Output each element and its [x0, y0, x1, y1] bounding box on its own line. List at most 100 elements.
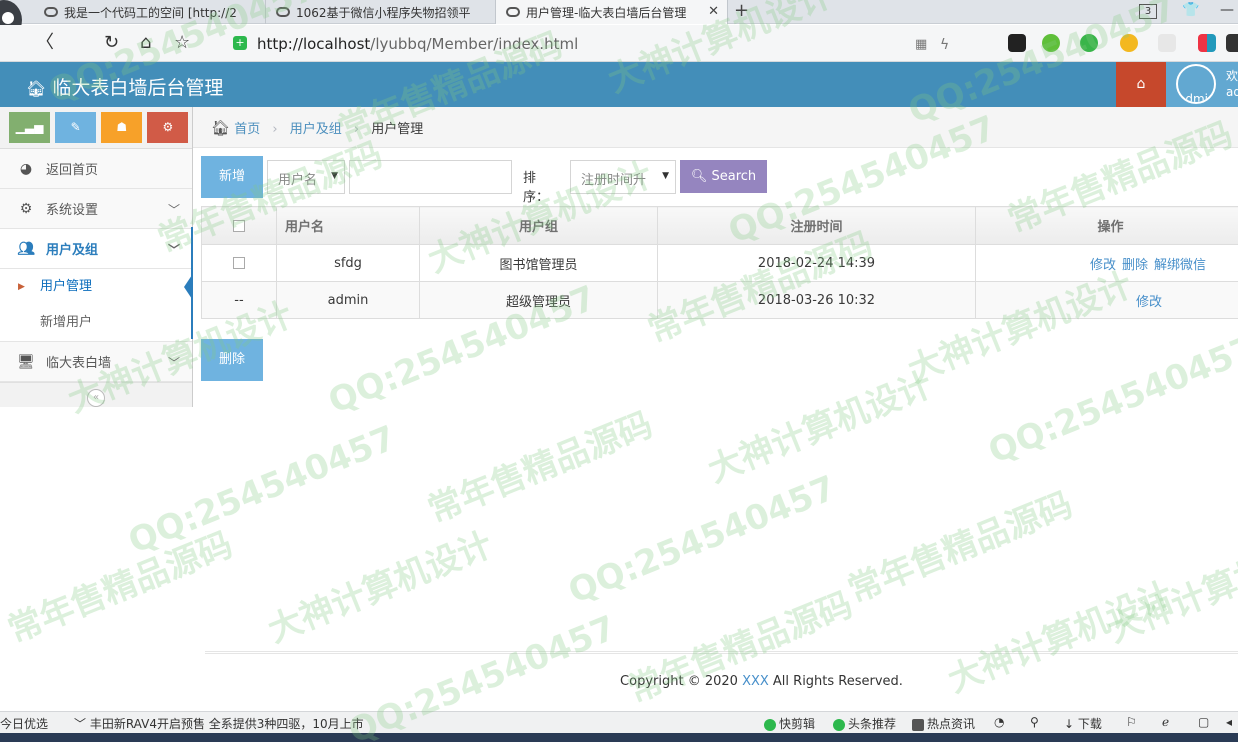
table-row[interactable]: sfdg 图书馆管理员 2018-02-24 14:39 修改 删除 解绑微信 — [201, 244, 1238, 282]
chevron-down-icon: ﹀ — [167, 203, 180, 217]
close-tab-icon[interactable]: ✕ — [708, 4, 719, 19]
tab-title: 我是一个代码工的空间 [http://2 — [64, 5, 237, 20]
sidebar-item-wall[interactable]: 🖥︎ 临大表白墙 ﹀ — [0, 342, 192, 382]
column-header[interactable]: 用户名 — [276, 206, 420, 245]
window-icon[interactable]: ▢ — [1198, 715, 1209, 729]
shirt-icon[interactable]: 👕 — [1182, 2, 1199, 18]
game-icon[interactable] — [1158, 34, 1176, 52]
signal-icon[interactable]: ▁▃▅ — [9, 112, 50, 143]
ie-icon[interactable]: ℯ — [1162, 715, 1169, 729]
breadcrumb: 🏠︎ 首页 › 用户及组 › 用户管理 — [193, 107, 1238, 148]
select-value: 注册时间升 — [581, 173, 647, 188]
row-select-cell — [201, 244, 277, 282]
new-tab-button[interactable]: + — [734, 0, 749, 22]
apps-icon[interactable] — [1198, 34, 1216, 52]
sidebar-item-label: 返回首页 — [46, 163, 99, 178]
footer-brand-link[interactable]: XXX — [742, 674, 769, 689]
sound-icon[interactable]: ◂ — [1226, 715, 1232, 729]
qrcode-icon[interactable]: ▦ — [915, 35, 927, 55]
edit-link[interactable]: 修改 — [1090, 258, 1116, 273]
headline-link[interactable]: ﹀ 丰田新RAV4开启预售 全系提供3种四驱，10月上市 — [74, 715, 364, 732]
address-bar[interactable]: http://localhost/lyubbq/Member/index.htm… — [257, 35, 578, 53]
house-icon: 🏠︎ — [211, 119, 231, 137]
header-home-button[interactable]: ⌂ — [1116, 62, 1166, 107]
user-menu[interactable]: admin 欢 ad — [1166, 62, 1238, 107]
edit-link[interactable]: 修改 — [1136, 295, 1162, 310]
unbind-wechat-link[interactable]: 解绑微信 — [1154, 258, 1206, 273]
row-select-cell: -- — [201, 281, 277, 319]
browser-tab[interactable]: 我是一个代码工的空间 [http://2 — [34, 0, 266, 24]
sidebar-item-home[interactable]: ◕ 返回首页 — [0, 149, 192, 189]
browser-tab[interactable]: 1062基于微信小程序失物招领平 — [266, 0, 496, 24]
tab-count-badge[interactable]: 3 — [1139, 4, 1157, 19]
breadcrumb-group-link[interactable]: 用户及组 — [290, 122, 342, 137]
column-header[interactable]: 注册时间 — [657, 206, 976, 245]
download-link[interactable]: ↓ 下载 — [1064, 715, 1102, 732]
delete-button[interactable]: 删除 — [201, 339, 263, 381]
actions-cell: 修改 删除 解绑微信 — [975, 244, 1238, 282]
pin-icon[interactable]: ⚲ — [1030, 715, 1039, 729]
extension-icon[interactable] — [1008, 34, 1026, 52]
select-all-cell — [201, 206, 277, 245]
house-icon: 🏠︎ — [26, 79, 47, 98]
translate-icon[interactable] — [1080, 34, 1098, 52]
speed-icon[interactable]: ◔ — [994, 715, 1004, 729]
clip-icon — [764, 718, 776, 731]
browser-tab-active[interactable]: 用户管理-临大表白墙后台管理 ✕ — [496, 0, 728, 24]
tab-favicon-icon — [506, 7, 520, 17]
news-today-link[interactable]: 今日优选 — [0, 715, 48, 732]
menu-icon[interactable] — [1226, 34, 1238, 52]
sidebar-subitem-user-manage[interactable]: ▶ 用户管理 — [0, 269, 192, 305]
app-title[interactable]: 🏠︎ 临大表白墙后台管理 — [26, 73, 223, 100]
quick-clip-link[interactable]: 快剪辑 — [764, 715, 815, 732]
bookmark-star-icon[interactable]: ☆ — [174, 33, 190, 53]
lightning-icon[interactable]: ϟ — [940, 35, 949, 55]
sidebar-item-label: 临大表白墙 — [46, 356, 112, 371]
watermark-text: 大神计算机设计 — [1102, 524, 1238, 651]
breadcrumb-home-link[interactable]: 首页 — [234, 122, 260, 137]
url-path: /lyubbq/Member/index.html — [370, 35, 579, 53]
scissors-icon[interactable] — [1042, 34, 1060, 52]
refresh-icon[interactable]: ↻ — [104, 33, 119, 53]
minimize-icon[interactable]: — — [1220, 2, 1234, 18]
select-all-checkbox[interactable] — [233, 219, 245, 232]
chevron-down-icon: ﹀ — [167, 243, 180, 257]
watermark-text: 常年售精品源码 — [2, 524, 239, 651]
watermark-text: 大神计算机设计 — [262, 524, 499, 651]
headline-recommend-link[interactable]: 头条推荐 — [833, 715, 896, 732]
add-button[interactable]: 新增 — [201, 156, 263, 198]
column-header: 操作 — [975, 206, 1238, 245]
house-icon: ⌂ — [1136, 76, 1146, 92]
browser-toolbar: 〈 ↻ ⌂ ☆ + http://localhost/lyubbq/Member… — [0, 25, 1238, 62]
sidebar-item-settings[interactable]: ⚙ 系统设置 ﹀ — [0, 189, 192, 229]
cogs-icon[interactable]: ⚙ — [147, 112, 189, 143]
copyright-text: Copyright © 2020 — [620, 674, 743, 689]
row-checkbox[interactable] — [233, 257, 245, 269]
hot-news-link[interactable]: 热点资讯 — [912, 715, 975, 732]
welcome-line: 欢 — [1226, 69, 1238, 83]
group-icon[interactable]: ☗ — [101, 112, 143, 143]
delete-link[interactable]: 删除 — [1122, 258, 1148, 273]
watermark-text: QQ:254540457 — [122, 418, 402, 562]
sidebar-collapse[interactable]: « — [0, 382, 192, 412]
back-icon[interactable]: 〈 — [36, 33, 54, 53]
column-header[interactable]: 用户组 — [419, 206, 658, 245]
status-item-label: 快剪辑 — [779, 717, 816, 731]
secure-shield-icon[interactable]: + — [233, 36, 247, 50]
flag-icon[interactable]: ⚐ — [1126, 715, 1137, 729]
search-input[interactable] — [349, 160, 512, 194]
sidebar-active-indicator — [191, 227, 193, 339]
sidebar-subitem-add-user[interactable]: 新增用户 — [0, 305, 192, 341]
pencil-icon[interactable]: ✎ — [55, 112, 97, 143]
table-row[interactable]: -- admin 超级管理员 2018-03-26 10:32 修改 — [201, 281, 1238, 319]
tab-title: 1062基于微信小程序失物招领平 — [296, 5, 471, 20]
sort-select[interactable]: 注册时间升 ▼ — [570, 160, 676, 194]
status-item-label: 头条推荐 — [848, 717, 897, 731]
home-icon[interactable]: ⌂ — [140, 33, 151, 53]
search-field-select[interactable]: 用户名 ▼ — [267, 160, 345, 194]
search-button[interactable]: 🔍︎ Search — [680, 160, 767, 193]
sidebar-item-users[interactable]: 👥︎ 用户及组 ﹀ — [0, 229, 192, 269]
caret-right-icon: ▶ — [18, 282, 25, 292]
watermark-text: 常年售精品源码 — [842, 484, 1079, 611]
coupon-icon[interactable] — [1120, 34, 1138, 52]
